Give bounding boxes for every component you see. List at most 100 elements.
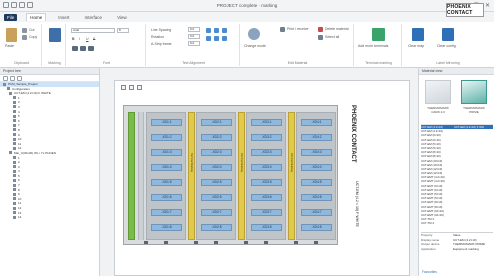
rotation-field[interactable]: 0.0 bbox=[188, 34, 200, 39]
terminal-marker[interactable]: -XD4:1 bbox=[301, 119, 332, 126]
tree-item[interactable]: 14 bbox=[0, 215, 99, 220]
terminal-marker[interactable]: -XD1:5 bbox=[151, 179, 182, 186]
terminal-marker[interactable]: -XD1:3 bbox=[151, 149, 182, 156]
align-middle-icon[interactable] bbox=[214, 28, 219, 33]
marking-sheet[interactable]: -XD1:1 -XD1:2 -XD1:3 -XD1:4 -XD1:5 -XD1:6 -XD1… bbox=[114, 80, 410, 276]
terminal-block-column: -XD1:1 -XD1:2 -XD1:3 -XD1:4 -XD1:5 -XD1:6 -XD1… bbox=[146, 112, 186, 240]
terminal-marker[interactable]: -XD2:6 bbox=[201, 194, 232, 201]
terminal-marker[interactable]: -XD2:2 bbox=[201, 134, 232, 141]
add-terminals-icon[interactable] bbox=[372, 28, 385, 41]
tab-interface[interactable]: Interface bbox=[82, 14, 106, 21]
clear-config-icon[interactable] bbox=[442, 28, 454, 41]
tab-file[interactable]: File bbox=[4, 13, 18, 21]
material-row[interactable]: UCT-TM 4 bbox=[421, 221, 493, 225]
underline-button[interactable]: U bbox=[86, 37, 89, 41]
terminal-marker[interactable]: -XD2:3 bbox=[201, 149, 232, 156]
font-size-select[interactable]: 8 bbox=[117, 28, 129, 33]
align-top-icon[interactable] bbox=[206, 28, 211, 33]
group-terminal-marking: Add more terminals Terminal marking bbox=[356, 24, 402, 66]
tab-home[interactable]: Home bbox=[26, 13, 47, 21]
align-bottom-icon[interactable] bbox=[222, 28, 227, 33]
product-label: THERMOMARK PRIME bbox=[463, 106, 485, 114]
fit-width-icon[interactable] bbox=[214, 36, 219, 41]
bold-button[interactable]: B bbox=[72, 37, 75, 41]
page-setup-icon[interactable] bbox=[121, 85, 126, 90]
terminal-marker[interactable]: -XD3:2 bbox=[251, 134, 282, 141]
add-terminals-label[interactable]: Add more terminals bbox=[358, 44, 388, 48]
copy-label[interactable]: Copy bbox=[29, 35, 37, 39]
select-all-label[interactable]: Select all bbox=[325, 35, 339, 39]
clear-map-icon[interactable] bbox=[412, 28, 424, 41]
grid-icon[interactable] bbox=[137, 85, 142, 90]
tree-node-icon bbox=[13, 192, 16, 196]
terminal-marker[interactable]: -XD1:1 bbox=[151, 119, 182, 126]
collapse-all-icon[interactable] bbox=[10, 76, 15, 81]
font-name-select[interactable]: Arial bbox=[71, 28, 115, 33]
delete-label[interactable]: Delete material bbox=[325, 27, 349, 31]
tree-item-label: 6 bbox=[18, 118, 20, 123]
clear-config-label[interactable]: Clear config bbox=[437, 44, 456, 48]
terminal-marker[interactable]: -XD1:7 bbox=[151, 209, 182, 216]
cut-label[interactable]: Cut bbox=[29, 28, 34, 32]
tree-node-icon bbox=[13, 123, 16, 127]
delete-icon[interactable] bbox=[318, 27, 323, 32]
terminal-marker[interactable]: -XD3:6 bbox=[251, 194, 282, 201]
a-strip-frame-field[interactable]: 0.0 bbox=[188, 41, 200, 46]
product-card-2[interactable]: THERMOMARK CARD 2.0 bbox=[423, 80, 453, 116]
terminal-marker[interactable]: -XD2:1 bbox=[201, 119, 232, 126]
favourites-button[interactable]: Favourites bbox=[422, 270, 437, 274]
terminal-marker[interactable]: -XD2:4 bbox=[201, 164, 232, 171]
paste-icon[interactable] bbox=[6, 28, 17, 42]
cut-icon[interactable] bbox=[22, 28, 27, 33]
tree-node-icon bbox=[13, 119, 16, 123]
group-clipboard: Paste Cut Copy Clipboard bbox=[2, 24, 42, 66]
select-all-icon[interactable] bbox=[318, 35, 323, 40]
terminal-marker[interactable]: -XD1:6 bbox=[151, 194, 182, 201]
change-mode-icon[interactable] bbox=[248, 28, 260, 40]
terminal-marker[interactable]: -XD4:3 bbox=[301, 149, 332, 156]
expand-all-icon[interactable] bbox=[3, 76, 8, 81]
terminal-marker[interactable]: -XD3:4 bbox=[251, 164, 282, 171]
copy-icon[interactable] bbox=[22, 35, 27, 40]
distribute-icon[interactable] bbox=[206, 36, 211, 41]
terminal-marker[interactable]: -XD1:8 bbox=[151, 224, 182, 231]
close-button[interactable]: ✕ bbox=[485, 2, 490, 9]
terminal-marker[interactable]: -XD3:3 bbox=[251, 149, 282, 156]
terminal-marker[interactable]: -XD1:4 bbox=[151, 164, 182, 171]
terminal-marker[interactable]: -XD4:4 bbox=[301, 164, 332, 171]
tree-node-icon bbox=[3, 82, 6, 86]
zoom-icon[interactable] bbox=[129, 85, 134, 90]
print-label[interactable]: Print / receive bbox=[287, 27, 308, 31]
terminal-marker[interactable]: -XD2:5 bbox=[201, 179, 232, 186]
terminal-marker[interactable]: -XD1:2 bbox=[151, 134, 182, 141]
terminal-marker[interactable]: -XD2:8 bbox=[201, 224, 232, 231]
tab-insert[interactable]: Insert bbox=[55, 14, 72, 21]
print-icon[interactable] bbox=[280, 27, 285, 32]
marking-icon[interactable] bbox=[49, 28, 61, 42]
terminal-marker[interactable]: -XD3:1 bbox=[251, 119, 282, 126]
strike-button[interactable]: S bbox=[93, 37, 95, 41]
green-end-cap bbox=[128, 112, 135, 240]
terminal-marker[interactable]: -XD4:5 bbox=[301, 179, 332, 186]
terminal-marker[interactable]: -XD4:8 bbox=[301, 224, 332, 231]
change-mode-label[interactable]: Change mode bbox=[244, 44, 266, 48]
align-left-icon[interactable] bbox=[72, 46, 78, 51]
terminal-marker[interactable]: -XD2:7 bbox=[201, 209, 232, 216]
align-center-icon[interactable] bbox=[80, 46, 86, 51]
terminal-marker[interactable]: -XD4:6 bbox=[301, 194, 332, 201]
terminal-marker[interactable]: -XD4:7 bbox=[301, 209, 332, 216]
align-right-icon[interactable] bbox=[88, 46, 94, 51]
line-spacing-field[interactable]: 0.0 bbox=[188, 27, 200, 32]
fit-height-icon[interactable] bbox=[222, 36, 227, 41]
paste-label[interactable]: Paste bbox=[5, 44, 14, 48]
italic-button[interactable]: I bbox=[79, 37, 80, 41]
terminal-marker[interactable]: -XD3:8 bbox=[251, 224, 282, 231]
tab-view[interactable]: View bbox=[114, 14, 130, 21]
terminal-marker[interactable]: -XD3:5 bbox=[251, 179, 282, 186]
terminal-marker[interactable]: -XD3:7 bbox=[251, 209, 282, 216]
product-prime[interactable]: THERMOMARK PRIME bbox=[459, 80, 489, 116]
clear-map-label[interactable]: Clear map bbox=[408, 44, 424, 48]
terminal-marker[interactable]: -XD4:2 bbox=[301, 134, 332, 141]
printer-image bbox=[461, 80, 487, 104]
new-item-icon[interactable] bbox=[17, 76, 22, 81]
